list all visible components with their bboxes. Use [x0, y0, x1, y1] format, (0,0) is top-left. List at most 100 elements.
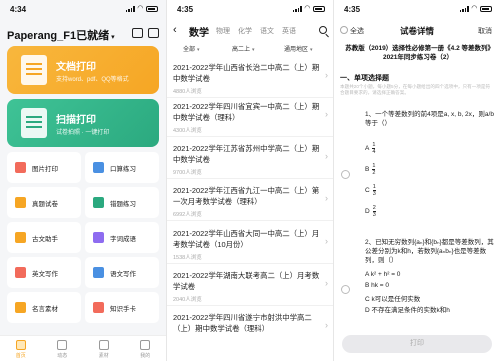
home-icon [15, 340, 26, 350]
feature-quotes[interactable]: 名言素材 [7, 292, 81, 323]
exam-title: 苏教版（2019）选择性必修第一册《4.2 等差数列》2021年同步练习卷（2） [345, 45, 491, 61]
feature-knowledge-cards[interactable]: 知识手卡 [85, 292, 159, 323]
filter-grade[interactable]: 高二上 ▾ [232, 44, 255, 53]
battery-icon [146, 5, 158, 12]
status-bar: 4:35 ◠ [167, 0, 333, 18]
chevron-right-icon: › [325, 320, 328, 330]
calculator-icon [93, 162, 104, 173]
wifi-icon: ◠ [304, 5, 310, 12]
list-item[interactable]: 2021-2022学年山西省长治二中高二（上）期中数学试卷 4880人浏览 › [167, 62, 333, 98]
option-c: C k可以是任何实数 [365, 296, 421, 303]
filter-region[interactable]: 通用地区 ▾ [284, 44, 313, 53]
cancel-button[interactable]: 取消 [478, 26, 492, 36]
question-select-radio[interactable] [341, 170, 350, 179]
chevron-down-icon: ▾ [111, 34, 115, 41]
status-bar: 4:34 ◠ [0, 0, 166, 18]
scan-print-card[interactable]: 扫描打印 试卷拍照 · 一键打印 [7, 99, 159, 147]
tab-chemistry[interactable]: 化学 [238, 26, 252, 36]
printer-status-title[interactable]: Paperang_F1已就绪 ▾ [7, 27, 115, 43]
section-note: 本题共20个小题，每小题5分，在每小题给出的四个选项中，只有一项是符合题目要求的… [340, 84, 491, 95]
question-select-radio[interactable] [341, 285, 350, 294]
tab-english[interactable]: 英语 [282, 26, 296, 36]
option-d: D23 [365, 205, 376, 218]
page-title: 试卷详情 [399, 26, 434, 36]
card-title: 扫描打印 [56, 115, 96, 126]
feed-icon [57, 340, 68, 350]
chevron-right-icon: › [325, 109, 328, 119]
quote-icon [15, 302, 26, 313]
signal-icon [459, 5, 469, 12]
classic-text-icon [15, 232, 26, 243]
list-item[interactable]: 2021-2022学年四川省遂宁市射洪中学高二（上）期中数学试卷（理科） › [167, 312, 333, 348]
option-b: B hk = 0 [365, 282, 390, 289]
feature-image-print[interactable]: 图片打印 [7, 152, 81, 183]
list-item[interactable]: 2021-2022学年江苏省苏州中学高二（上）期中数学试卷 9700人浏览 › [167, 143, 333, 179]
option-d: D 不存在满足条件的实数k和h [365, 307, 450, 314]
list-item[interactable]: 2021-2022学年江西省九江一中高二（上）第一次月考数学试卷（理科） 6992… [167, 185, 333, 221]
tab-feed[interactable]: 动态 [42, 336, 84, 361]
list-item[interactable]: 2021-2022学年山西省大同一中高二（上）月考数学试卷（10月份） 1538人… [167, 228, 333, 264]
image-icon [15, 162, 26, 173]
tab-chinese[interactable]: 语文 [260, 26, 274, 36]
filter-type[interactable]: 全部 ▾ [183, 44, 200, 53]
chevron-right-icon: › [325, 70, 328, 80]
list-item[interactable]: 2021-2022学年四川省宜宾一中高二（上）期中数学试卷（理科） 4300人浏览… [167, 101, 333, 137]
feature-arithmetic[interactable]: 口算练习 [85, 152, 159, 183]
document-icon [21, 55, 47, 85]
exam-detail-screen: 4:35 ◠ 全选 试卷详情 取消 苏教版（2019）选择性必修第一册《4.2 … [334, 0, 500, 361]
chinese-writing-icon [93, 267, 104, 278]
feature-chinese-writing[interactable]: 语文写作 [85, 257, 159, 288]
chevron-down-icon: ▾ [197, 47, 200, 53]
tab-material[interactable]: 素材 [83, 336, 125, 361]
mistake-book-icon [93, 197, 104, 208]
material-icon [98, 340, 109, 350]
feature-mistake-practice[interactable]: 错题练习 [85, 187, 159, 218]
card-subtitle: 试卷拍照 · 一键打印 [56, 130, 110, 136]
feature-exam-papers[interactable]: 真题试卷 [7, 187, 81, 218]
card-title: 文档打印 [56, 62, 96, 73]
feature-words-idioms[interactable]: 字词成语 [85, 222, 159, 253]
printer-settings-icon[interactable] [132, 28, 143, 38]
tab-math[interactable]: 数学 [189, 24, 209, 39]
question-1: 1、一个等差数列的前4项是a, x, b, 2x，则a/b等于（） [365, 111, 494, 127]
signal-icon [292, 5, 302, 12]
wifi-icon: ◠ [471, 5, 477, 12]
search-icon[interactable] [319, 26, 327, 34]
profile-icon [140, 340, 151, 350]
back-icon[interactable]: ‹ [173, 24, 177, 36]
option-c: C13 [365, 184, 376, 197]
subject-nav: ‹ 数学 物理 化学 语文 英语 [167, 21, 333, 41]
card-subtitle: 支持word、pdf、QQ等格式 [56, 77, 129, 83]
feature-english-writing[interactable]: 英文写作 [7, 257, 81, 288]
tab-physics[interactable]: 物理 [216, 26, 230, 36]
tab-home[interactable]: 首页 [0, 336, 42, 361]
exam-list-screen: 4:35 ◠ ‹ 数学 物理 化学 语文 英语 全部 ▾ 高二上 ▾ 通用地区 ▾ 2… [167, 0, 333, 361]
detail-nav: 全选 试卷详情 取消 [334, 21, 500, 41]
wifi-icon: ◠ [137, 5, 143, 12]
home-header: Paperang_F1已就绪 ▾ [7, 24, 159, 44]
scan-icon[interactable] [148, 28, 159, 38]
tab-profile[interactable]: 我的 [125, 336, 167, 361]
english-writing-icon [15, 267, 26, 278]
chevron-right-icon: › [325, 193, 328, 203]
status-time: 4:35 [344, 5, 361, 14]
scan-document-icon [21, 108, 47, 138]
chevron-down-icon: ▾ [252, 47, 255, 53]
status-bar: 4:35 ◠ [334, 0, 500, 18]
chevron-down-icon: ▾ [310, 47, 313, 53]
battery-icon [480, 5, 492, 12]
signal-icon [125, 5, 135, 12]
status-time: 4:35 [177, 5, 194, 14]
print-button[interactable]: 打印 [342, 335, 492, 353]
chevron-right-icon: › [325, 236, 328, 246]
filter-bar: 全部 ▾ 高二上 ▾ 通用地区 ▾ [167, 42, 333, 56]
chevron-right-icon: › [325, 278, 328, 288]
knowledge-card-icon [93, 302, 104, 313]
document-print-card[interactable]: 文档打印 支持word、pdf、QQ等格式 [7, 46, 159, 94]
option-a: A k² + h² = 0 [365, 271, 401, 278]
feature-classic-text[interactable]: 古文助手 [7, 222, 81, 253]
list-item[interactable]: 2021-2022学年湖南大联考高二（上）月考数学试卷 2040人浏览 › [167, 270, 333, 306]
battery-icon [313, 5, 325, 12]
section-heading: 一、单项选择题 [340, 75, 389, 82]
app-home-screen: 4:34 ◠ Paperang_F1已就绪 ▾ 文档打印 支持word、pdf、Q… [0, 0, 166, 361]
